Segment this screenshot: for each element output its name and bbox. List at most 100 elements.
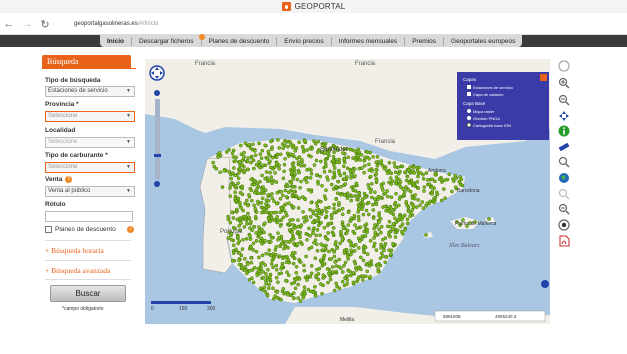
station-marker[interactable]	[307, 167, 312, 172]
station-marker[interactable]	[315, 248, 320, 253]
station-marker[interactable]	[356, 207, 361, 211]
station-marker[interactable]	[304, 176, 308, 180]
station-marker[interactable]	[311, 290, 316, 295]
ortofoto-radio[interactable]	[467, 116, 471, 120]
station-marker[interactable]	[356, 147, 360, 152]
station-marker[interactable]	[238, 200, 242, 205]
station-marker[interactable]	[252, 182, 257, 187]
station-marker[interactable]	[287, 240, 292, 244]
station-marker[interactable]	[401, 187, 405, 191]
station-marker[interactable]	[304, 254, 308, 259]
station-marker[interactable]	[447, 172, 452, 177]
station-marker[interactable]	[371, 208, 376, 212]
station-marker[interactable]	[364, 262, 369, 267]
station-marker[interactable]	[246, 167, 250, 172]
station-marker[interactable]	[296, 296, 300, 300]
station-marker[interactable]	[263, 289, 268, 294]
station-marker[interactable]	[278, 196, 283, 201]
station-marker[interactable]	[425, 178, 430, 182]
station-marker[interactable]	[337, 257, 341, 262]
station-marker[interactable]	[271, 265, 275, 270]
station-marker[interactable]	[279, 297, 283, 302]
station-marker[interactable]	[416, 174, 420, 179]
station-marker[interactable]	[331, 176, 335, 180]
station-marker[interactable]	[386, 194, 390, 199]
station-marker[interactable]	[243, 217, 248, 222]
station-marker[interactable]	[383, 204, 388, 209]
station-marker[interactable]	[279, 241, 284, 246]
station-marker[interactable]	[424, 233, 428, 237]
station-marker[interactable]	[403, 170, 407, 175]
station-marker[interactable]	[307, 226, 311, 231]
station-marker[interactable]	[263, 221, 267, 225]
station-marker[interactable]	[324, 188, 328, 192]
station-marker[interactable]	[411, 205, 416, 209]
station-marker[interactable]	[271, 286, 275, 290]
station-marker[interactable]	[367, 162, 371, 167]
station-marker[interactable]	[226, 236, 231, 240]
station-marker[interactable]	[314, 201, 319, 205]
station-marker[interactable]	[247, 142, 252, 147]
station-marker[interactable]	[399, 229, 404, 234]
station-marker[interactable]	[366, 200, 371, 205]
station-marker[interactable]	[332, 202, 336, 207]
station-marker[interactable]	[291, 145, 295, 150]
station-marker[interactable]	[418, 203, 422, 208]
station-marker[interactable]	[290, 162, 295, 166]
station-marker[interactable]	[299, 223, 304, 227]
station-marker[interactable]	[257, 141, 261, 146]
station-marker[interactable]	[368, 274, 372, 279]
menu-item-envio-precios[interactable]: Envío precios	[277, 36, 332, 46]
station-marker[interactable]	[453, 173, 458, 178]
station-marker[interactable]	[308, 215, 313, 219]
station-marker[interactable]	[327, 249, 331, 254]
station-marker[interactable]	[236, 176, 241, 181]
station-marker[interactable]	[277, 146, 282, 150]
station-marker[interactable]	[294, 277, 299, 282]
station-marker[interactable]	[352, 213, 357, 218]
station-marker[interactable]	[364, 208, 369, 213]
station-marker[interactable]	[349, 194, 354, 199]
station-marker[interactable]	[324, 210, 329, 214]
station-marker[interactable]	[365, 150, 370, 155]
station-marker[interactable]	[290, 227, 295, 231]
station-marker[interactable]	[248, 237, 253, 241]
station-marker[interactable]	[377, 220, 381, 224]
station-marker[interactable]	[291, 217, 295, 222]
station-marker[interactable]	[241, 237, 245, 242]
station-marker[interactable]	[408, 214, 412, 218]
station-marker[interactable]	[234, 247, 238, 252]
station-marker[interactable]	[263, 238, 267, 243]
station-marker[interactable]	[352, 259, 357, 264]
station-marker[interactable]	[394, 191, 398, 196]
station-marker[interactable]	[259, 200, 264, 205]
station-marker[interactable]	[220, 185, 225, 189]
station-marker[interactable]	[252, 225, 257, 229]
station-marker[interactable]	[268, 170, 272, 175]
estaciones-checkbox[interactable]	[467, 85, 471, 89]
station-marker[interactable]	[308, 233, 312, 238]
station-marker[interactable]	[297, 196, 301, 200]
station-marker[interactable]	[259, 286, 263, 291]
station-marker[interactable]	[298, 230, 302, 235]
station-marker[interactable]	[265, 275, 269, 280]
station-marker[interactable]	[387, 248, 391, 252]
station-marker[interactable]	[388, 176, 393, 180]
station-marker[interactable]	[322, 225, 327, 230]
station-marker[interactable]	[255, 186, 259, 191]
station-marker[interactable]	[243, 214, 248, 219]
station-marker[interactable]	[342, 171, 347, 176]
station-marker[interactable]	[388, 210, 393, 215]
station-marker[interactable]	[239, 205, 243, 210]
station-marker[interactable]	[286, 190, 291, 194]
station-marker[interactable]	[296, 168, 301, 173]
station-marker[interactable]	[430, 177, 434, 181]
station-marker[interactable]	[344, 231, 349, 236]
station-marker[interactable]	[399, 217, 404, 222]
station-marker[interactable]	[298, 299, 303, 303]
station-marker[interactable]	[347, 239, 352, 243]
station-marker[interactable]	[309, 172, 314, 176]
station-marker[interactable]	[391, 241, 395, 246]
station-marker[interactable]	[238, 216, 242, 220]
station-marker[interactable]	[393, 216, 397, 220]
